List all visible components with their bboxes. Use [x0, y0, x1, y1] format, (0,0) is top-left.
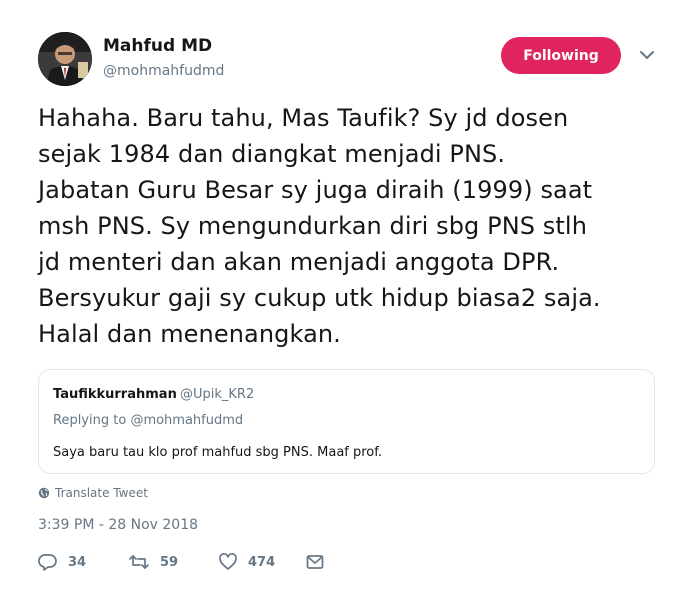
reply-count: 34: [68, 554, 87, 570]
direct-message-button[interactable]: [305, 552, 325, 572]
retweet-count: 59: [160, 554, 179, 570]
chevron-down-icon[interactable]: [638, 47, 656, 63]
quoted-tweet[interactable]: Taufikkurrahman @Upik_KR2 Replying to @m…: [38, 369, 655, 474]
reply-button[interactable]: 34: [38, 552, 86, 572]
tweet-text: Hahaha. Baru tahu, Mas Taufik? Sy jd dos…: [38, 104, 601, 348]
avatar[interactable]: [38, 32, 92, 86]
reply-icon: [38, 554, 57, 571]
author-name[interactable]: Mahfud MD: [103, 36, 212, 56]
author-handle[interactable]: @mohmahfudmd: [103, 63, 224, 79]
replying-prefix: Replying to: [53, 413, 127, 428]
quoted-author-name: Taufikkurrahman: [53, 387, 177, 402]
quoted-author-handle: @Upik_KR2: [180, 387, 255, 402]
following-button[interactable]: Following: [501, 37, 621, 74]
like-count: 474: [248, 554, 276, 570]
like-button[interactable]: 474: [218, 552, 275, 572]
retweet-icon: [129, 555, 149, 569]
timestamp[interactable]: 3:39 PM - 28 Nov 2018: [38, 517, 198, 533]
quoted-tweet-text: Saya baru tau klo prof mahfud sbg PNS. M…: [53, 445, 383, 460]
globe-icon: [38, 487, 50, 499]
tweet-card: Mahfud MD @mohmahfudmd Following Hahaha.…: [0, 0, 700, 589]
translate-label: Translate Tweet: [55, 486, 148, 500]
heart-icon: [219, 553, 237, 570]
replying-to-handle[interactable]: @mohmahfudmd: [130, 413, 243, 428]
avatar-image: [38, 32, 92, 86]
message-icon: [306, 555, 324, 569]
replying-to: Replying to @mohmahfudmd: [53, 413, 243, 428]
translate-tweet-link[interactable]: Translate Tweet: [38, 486, 148, 500]
retweet-button[interactable]: 59: [128, 552, 178, 572]
